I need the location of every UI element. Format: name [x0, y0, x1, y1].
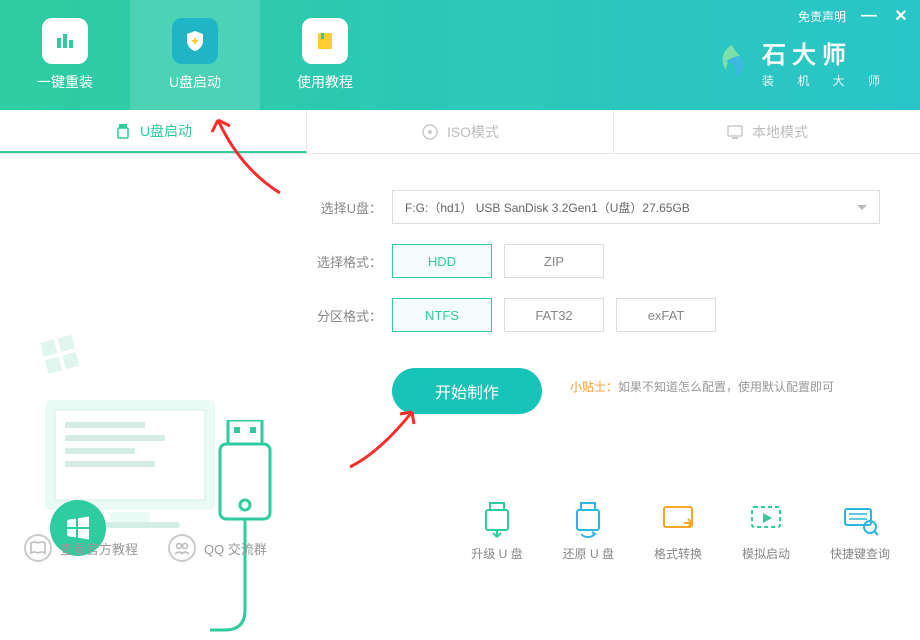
brand-logo-icon — [712, 42, 752, 82]
action-upgrade-usb-label: 升级 U 盘 — [471, 545, 522, 562]
header: 一键重装 U盘启动 使用教程 石大师 装 机 大 师 免责声明 — ✕ — [0, 0, 920, 110]
format-hdd-button[interactable]: HDD — [392, 244, 492, 278]
illustration-area — [0, 160, 300, 524]
usb-select-value: F:G:（hd1） USB SanDisk 3.2Gen1（U盘）27.65GB — [405, 199, 690, 216]
disclaimer-link[interactable]: 免责声明 — [798, 8, 846, 25]
partition-format-label: 分区格式： — [310, 306, 382, 325]
action-shortcut-query[interactable]: 快捷键查询 — [830, 499, 890, 562]
partition-exfat-button[interactable]: exFAT — [616, 298, 716, 332]
tab-tutorial[interactable]: 使用教程 — [260, 0, 390, 110]
simulate-boot-icon — [746, 499, 786, 539]
brand-subtitle: 装 机 大 师 — [762, 72, 890, 89]
tab-tutorial-label: 使用教程 — [297, 72, 353, 92]
close-button[interactable]: ✕ — [892, 6, 910, 26]
action-restore-usb[interactable]: 还原 U 盘 — [563, 499, 614, 562]
book-open-icon — [24, 534, 52, 562]
action-simulate-boot[interactable]: 模拟启动 — [742, 499, 790, 562]
usb-shield-icon — [172, 18, 218, 64]
brand: 石大师 装 机 大 师 — [712, 35, 890, 89]
usb-stick-illustration — [210, 420, 280, 640]
sub-tabs: U盘启动 ISO模式 本地模式 — [0, 110, 920, 154]
format-convert-icon — [658, 499, 698, 539]
subtab-iso-mode-label: ISO模式 — [447, 122, 499, 142]
tip-label: 小贴士： — [570, 380, 618, 394]
subtab-usb-boot[interactable]: U盘启动 — [0, 110, 307, 153]
action-upgrade-usb[interactable]: 升级 U 盘 — [471, 499, 522, 562]
select-format-label: 选择格式： — [310, 252, 382, 271]
tab-usb-boot-label: U盘启动 — [169, 72, 221, 92]
action-row: 升级 U 盘 还原 U 盘 格式转换 模拟启动 快捷键查询 — [471, 499, 890, 562]
tip-body: 如果不知道怎么配置，使用默认配置即可 — [618, 380, 834, 394]
windows-dots-icon — [36, 330, 86, 380]
action-format-convert-label: 格式转换 — [654, 545, 702, 562]
reinstall-icon — [42, 18, 88, 64]
book-icon — [302, 18, 348, 64]
partition-ntfs-button[interactable]: NTFS — [392, 298, 492, 332]
start-make-button[interactable]: 开始制作 — [392, 368, 542, 414]
footer-qq-group[interactable]: QQ 交流群 — [168, 534, 267, 562]
people-icon — [168, 534, 196, 562]
subtab-local-mode-label: 本地模式 — [752, 122, 808, 142]
footer-qq-group-label: QQ 交流群 — [204, 539, 267, 558]
format-zip-button[interactable]: ZIP — [504, 244, 604, 278]
monitor-icon — [726, 123, 744, 141]
restore-usb-icon — [568, 499, 608, 539]
minimize-button[interactable]: — — [860, 7, 878, 25]
usb-select-dropdown[interactable]: F:G:（hd1） USB SanDisk 3.2Gen1（U盘）27.65GB — [392, 190, 880, 224]
partition-fat32-button[interactable]: FAT32 — [504, 298, 604, 332]
upgrade-usb-icon — [477, 499, 517, 539]
footer-official-tutorial-label: 查看官方教程 — [60, 539, 138, 558]
subtab-usb-boot-label: U盘启动 — [140, 121, 192, 141]
tab-reinstall[interactable]: 一键重装 — [0, 0, 130, 110]
iso-icon — [421, 123, 439, 141]
action-shortcut-query-label: 快捷键查询 — [830, 545, 890, 562]
action-format-convert[interactable]: 格式转换 — [654, 499, 702, 562]
action-restore-usb-label: 还原 U 盘 — [563, 545, 614, 562]
tab-usb-boot[interactable]: U盘启动 — [130, 0, 260, 110]
shortcut-query-icon — [840, 499, 880, 539]
action-simulate-boot-label: 模拟启动 — [742, 545, 790, 562]
tab-reinstall-label: 一键重装 — [37, 72, 93, 92]
subtab-iso-mode[interactable]: ISO模式 — [307, 110, 614, 153]
footer-official-tutorial[interactable]: 查看官方教程 — [24, 534, 138, 562]
tip-text: 小贴士：如果不知道怎么配置，使用默认配置即可 — [570, 378, 880, 395]
select-usb-label: 选择U盘： — [310, 198, 382, 217]
brand-name: 石大师 — [762, 35, 890, 70]
usb-icon — [114, 122, 132, 140]
subtab-local-mode[interactable]: 本地模式 — [614, 110, 920, 153]
